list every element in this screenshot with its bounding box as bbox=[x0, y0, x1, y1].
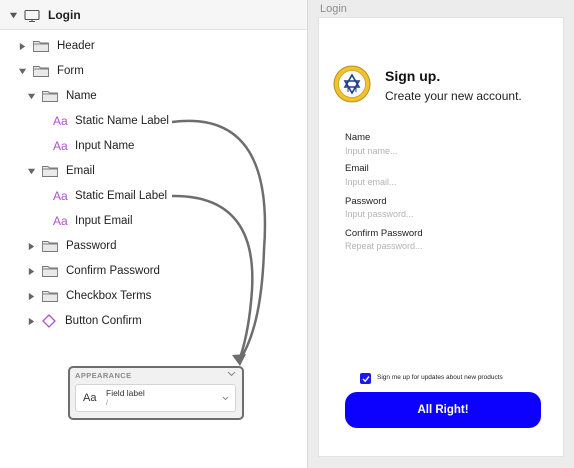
folder-icon bbox=[42, 291, 58, 302]
tree-row-login[interactable]: Login bbox=[8, 4, 81, 26]
checkmark-icon bbox=[362, 375, 370, 382]
name-input[interactable] bbox=[345, 146, 535, 156]
diamond-icon bbox=[42, 314, 56, 328]
tree-row-static-name-label[interactable]: Aa Static Name Label bbox=[53, 110, 169, 132]
appearance-title: APPEARANCE bbox=[75, 371, 132, 380]
text-style-path: / bbox=[106, 400, 108, 407]
tree-row-email[interactable]: Email bbox=[26, 160, 95, 182]
folder-icon bbox=[33, 66, 49, 77]
text-layer-icon: Aa bbox=[53, 189, 68, 203]
signup-subtitle: Create your new account. bbox=[385, 89, 522, 103]
caret-right-icon[interactable] bbox=[26, 266, 36, 276]
text-layer-icon: Aa bbox=[53, 214, 68, 228]
terms-checkbox[interactable] bbox=[360, 373, 371, 384]
text-layer-icon: Aa bbox=[53, 114, 68, 128]
tree-row-confirm-password[interactable]: Confirm Password bbox=[26, 260, 160, 282]
tree-row-label: Login bbox=[48, 8, 81, 22]
email-label: Email bbox=[345, 163, 369, 174]
connector-static-name bbox=[171, 119, 267, 361]
caret-down-icon[interactable] bbox=[8, 10, 18, 20]
password-input[interactable] bbox=[345, 209, 535, 219]
text-style-icon: Aa bbox=[83, 392, 97, 404]
logo-badge bbox=[333, 65, 371, 103]
text-style-select[interactable]: Aa Field label / bbox=[75, 384, 236, 412]
folder-icon bbox=[42, 241, 58, 252]
design-canvas: Login Sign up. Create your new account. … bbox=[308, 0, 574, 468]
caret-down-icon[interactable] bbox=[26, 166, 36, 176]
tree-row-button-confirm[interactable]: Button Confirm bbox=[26, 310, 142, 332]
tree-row-label: Password bbox=[66, 240, 117, 252]
tree-row-label: Confirm Password bbox=[66, 265, 160, 277]
caret-right-icon[interactable] bbox=[26, 291, 36, 301]
layers-panel: Login Header Form Name Aa Static Name La… bbox=[0, 0, 307, 468]
tree-row-input-name[interactable]: Aa Input Name bbox=[53, 135, 134, 157]
tree-row-label: Static Email Label bbox=[75, 190, 168, 202]
tree-row-header[interactable]: Header bbox=[17, 35, 95, 57]
folder-icon bbox=[42, 91, 58, 102]
tree-row-label: Header bbox=[57, 40, 95, 52]
caret-right-icon[interactable] bbox=[17, 41, 27, 51]
folder-icon bbox=[42, 266, 58, 277]
caret-down-icon[interactable] bbox=[17, 66, 27, 76]
artboard-login[interactable]: Sign up. Create your new account. Name E… bbox=[318, 17, 564, 457]
email-input[interactable] bbox=[345, 177, 535, 187]
tree-row-label: Input Email bbox=[75, 215, 133, 227]
caret-right-icon[interactable] bbox=[26, 316, 36, 326]
confirm-button-label: All Right! bbox=[417, 404, 469, 416]
tree-row-label: Static Name Label bbox=[75, 115, 169, 127]
connector-static-email bbox=[171, 194, 254, 359]
name-label: Name bbox=[345, 132, 371, 143]
confirm-password-input[interactable] bbox=[345, 241, 535, 251]
chevron-down-icon bbox=[222, 396, 229, 401]
tree-row-label: Button Confirm bbox=[65, 315, 142, 327]
chevron-down-icon[interactable] bbox=[227, 370, 236, 378]
text-style-name: Field label bbox=[106, 388, 145, 398]
tree-row-label: Name bbox=[66, 90, 97, 102]
tree-row-input-email[interactable]: Aa Input Email bbox=[53, 210, 133, 232]
confirm-password-label: Confirm Password bbox=[345, 228, 423, 239]
caret-down-icon[interactable] bbox=[26, 91, 36, 101]
confirm-button[interactable]: All Right! bbox=[345, 392, 541, 428]
tree-row-label: Form bbox=[57, 65, 84, 77]
tree-row-label: Input Name bbox=[75, 140, 135, 152]
tree-row-form[interactable]: Form bbox=[17, 60, 84, 82]
folder-icon bbox=[33, 41, 49, 52]
appearance-panel: APPEARANCE Aa Field label / bbox=[68, 366, 244, 420]
tree-row-label: Checkbox Terms bbox=[66, 290, 152, 302]
tree-row-checkbox-terms[interactable]: Checkbox Terms bbox=[26, 285, 151, 307]
text-layer-icon: Aa bbox=[53, 139, 68, 153]
monitor-icon bbox=[24, 9, 40, 22]
folder-icon bbox=[42, 166, 58, 177]
tree-row-static-email-label[interactable]: Aa Static Email Label bbox=[53, 185, 167, 207]
tree-row-password[interactable]: Password bbox=[26, 235, 117, 257]
arrow-head-icon bbox=[232, 354, 246, 366]
terms-label: Sign me up for updates about new product… bbox=[377, 374, 503, 381]
password-label: Password bbox=[345, 196, 387, 207]
signup-title: Sign up. bbox=[385, 68, 441, 84]
artboard-name[interactable]: Login bbox=[320, 3, 347, 15]
tree-row-name[interactable]: Name bbox=[26, 85, 97, 107]
tree-row-label: Email bbox=[66, 165, 95, 177]
caret-right-icon[interactable] bbox=[26, 241, 36, 251]
